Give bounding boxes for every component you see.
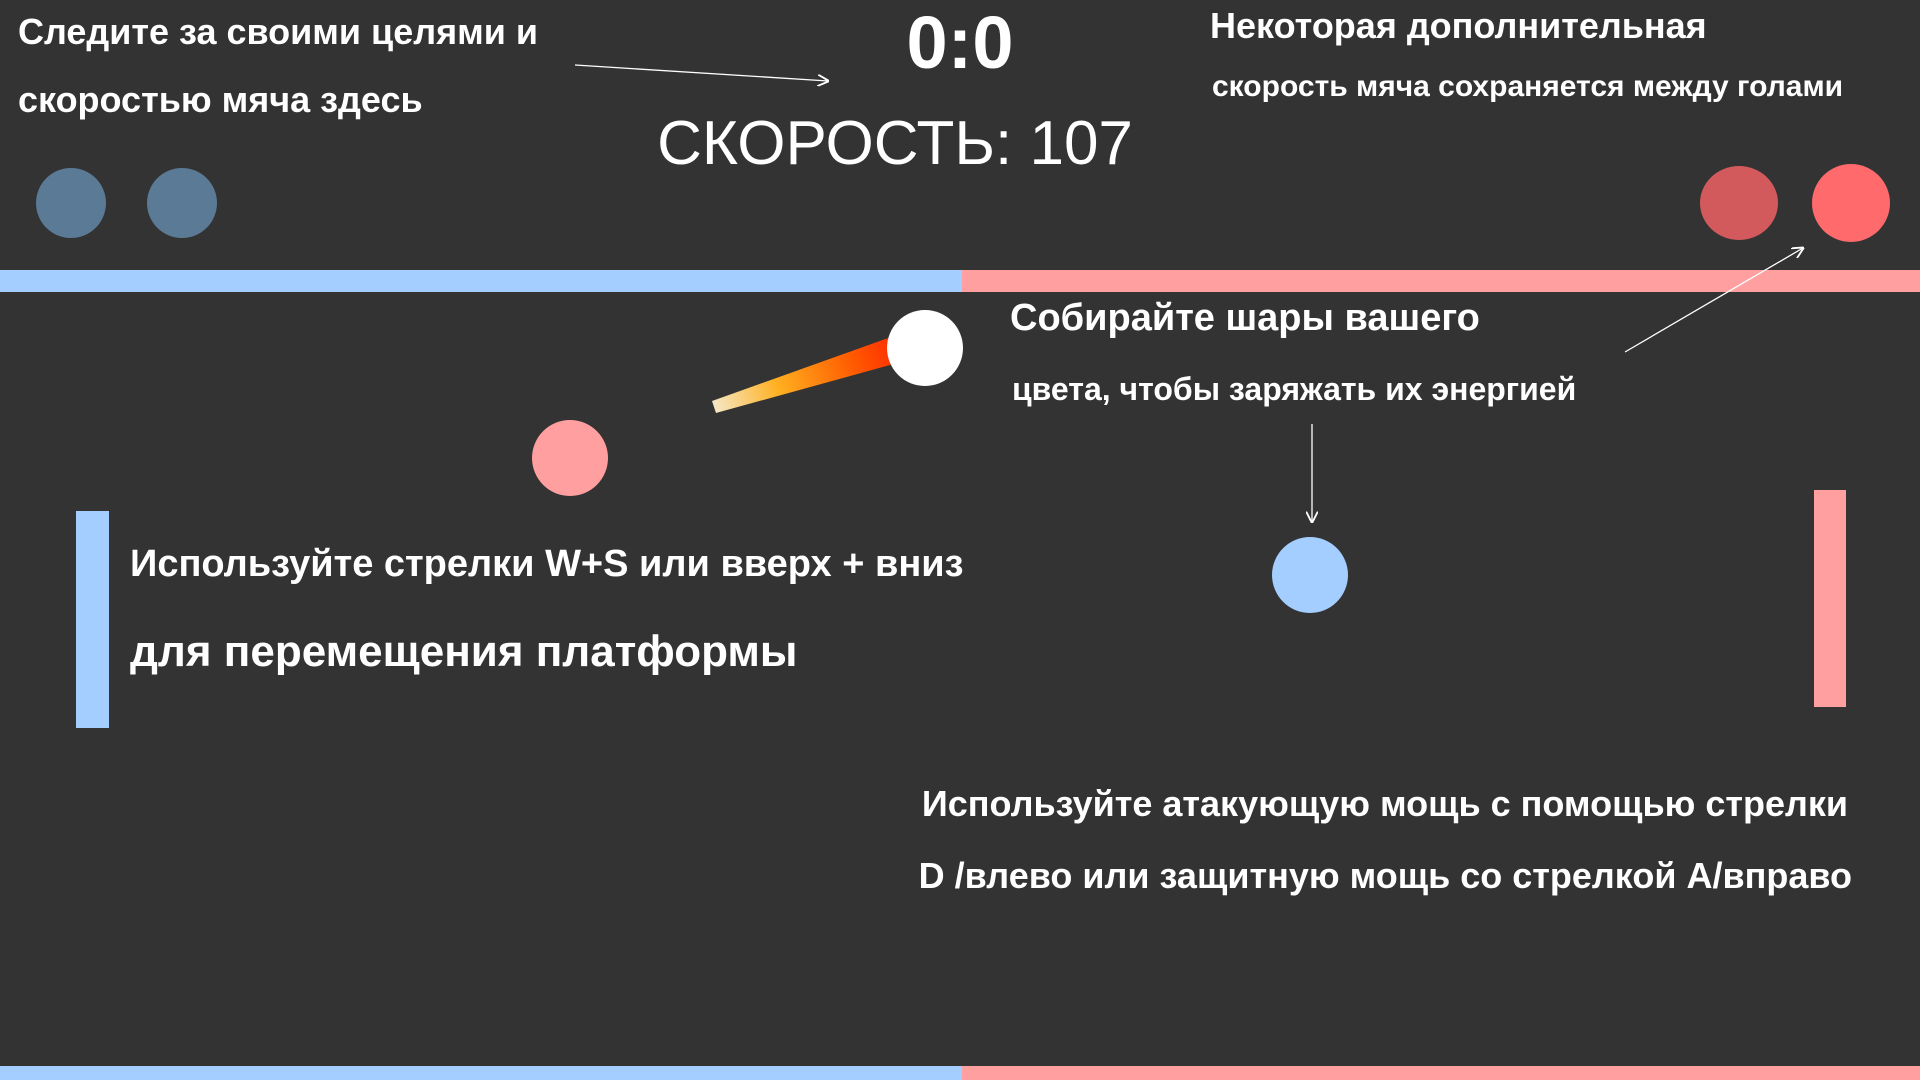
tip-collect-orbs-line1: Собирайте шары вашего bbox=[1010, 297, 1480, 339]
bottom-boundary-blue bbox=[0, 1066, 962, 1080]
tip-use-power-line2: D /влево или защитную мощь со стрелкой A… bbox=[918, 855, 1852, 896]
tip-move-paddle-line2: для перемещения платформы bbox=[130, 627, 798, 676]
blue-energy-orb bbox=[1272, 537, 1348, 613]
red-goal-indicator-2 bbox=[1812, 164, 1890, 242]
top-boundary-blue bbox=[0, 270, 962, 292]
ball-speed-display: СКОРОСТЬ: 107 bbox=[657, 109, 1133, 178]
blue-paddle bbox=[76, 511, 109, 728]
blue-goal-indicator-1 bbox=[36, 168, 106, 238]
arrow-to-goal-dots bbox=[1624, 248, 1803, 353]
top-boundary-red bbox=[962, 270, 1920, 292]
game-ball bbox=[887, 310, 963, 386]
tip-use-power-line1: Используйте атакующую мощь с помощью стр… bbox=[921, 783, 1848, 824]
ball-trail bbox=[712, 336, 901, 413]
red-goal-indicator-1 bbox=[1700, 166, 1778, 240]
tip-track-goals-line2: скоростью мяча здесь bbox=[18, 79, 423, 120]
game-stage[interactable]: 0:0 СКОРОСТЬ: 107 Следите за своими целя… bbox=[0, 0, 1920, 1080]
red-paddle bbox=[1814, 490, 1846, 707]
tip-collect-orbs-line2: цвета, чтобы заряжать их энергией bbox=[1012, 371, 1577, 407]
blue-goal-indicator-2 bbox=[147, 168, 217, 238]
tip-extra-speed-line2: скорость мяча сохраняется между голами bbox=[1212, 70, 1844, 103]
bottom-boundary-red bbox=[962, 1066, 1920, 1080]
red-energy-orb bbox=[532, 420, 608, 496]
tip-track-goals-line1: Следите за своими целями и bbox=[18, 11, 538, 52]
tip-move-paddle-line1: Используйте стрелки W+S или вверх + вниз bbox=[130, 543, 964, 585]
tip-extra-speed-line1: Некоторая дополнительная bbox=[1210, 5, 1707, 46]
